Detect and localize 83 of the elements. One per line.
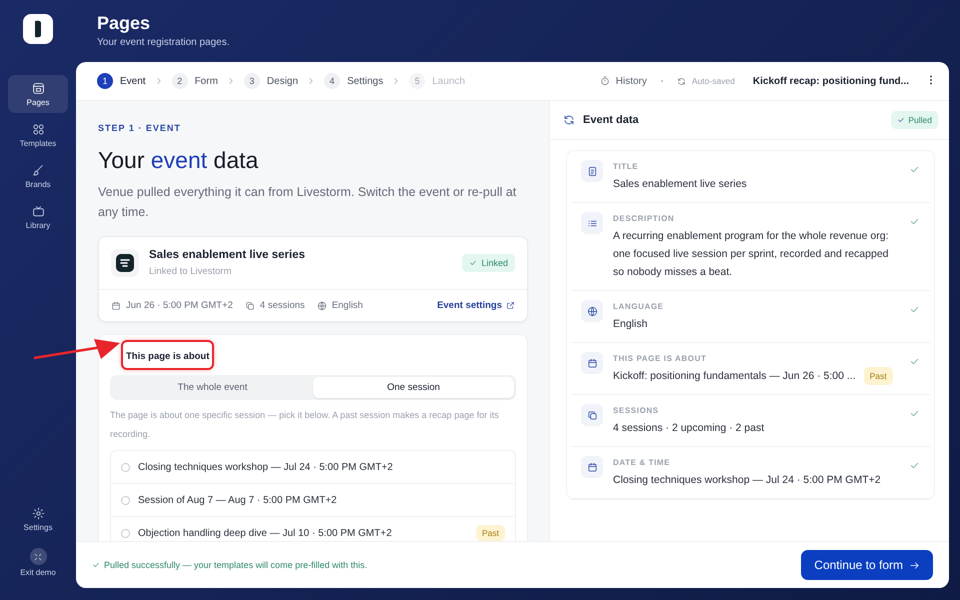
refresh-icon <box>676 76 686 86</box>
list-icon <box>581 212 603 234</box>
event-meta: English <box>332 300 363 311</box>
calendar-icon <box>581 352 603 374</box>
exit-icon <box>30 548 46 565</box>
grid-icon <box>32 123 44 136</box>
step-tab[interactable]: 3 Design <box>244 73 298 89</box>
field-label: This page is about <box>126 351 210 362</box>
event-meta: 4 sessions <box>260 300 305 311</box>
session-option[interactable]: Session of Aug 7 — Aug 7 · 5:00 PM GMT+2 <box>111 484 515 517</box>
radio-button[interactable] <box>121 528 130 538</box>
step-tab[interactable]: 4 Settings <box>324 73 384 89</box>
success-message: Pulled successfully — your templates will come pre-filled with this. <box>104 560 368 570</box>
step-label: STEP 1 · EVENT <box>98 123 182 133</box>
check-icon <box>897 116 906 124</box>
status-badge: Pulled <box>891 111 938 129</box>
check-icon <box>909 164 920 175</box>
field-label: SESSIONS <box>613 406 660 415</box>
check-icon <box>92 561 100 569</box>
event-meta: Jun 26 · 5:00 PM GMT+2 <box>126 300 233 311</box>
history-link[interactable]: History <box>616 76 647 86</box>
globe-icon <box>316 300 327 310</box>
autosave-status: Auto-saved <box>692 76 735 86</box>
globe-icon <box>581 300 603 322</box>
section-heading: Your event data <box>98 147 260 174</box>
external-link-icon <box>506 301 515 310</box>
event-source: Linked to Livestorm <box>149 266 232 277</box>
page-subtitle: Your event registration pages. <box>97 37 230 48</box>
document-icon <box>581 160 603 182</box>
status-badge: Past <box>476 525 505 541</box>
check-icon <box>469 259 478 267</box>
check-icon <box>909 356 920 367</box>
field-value: English <box>613 317 648 332</box>
field-label: DATE & TIME <box>613 458 672 467</box>
field-label: LANGUAGE <box>613 302 665 311</box>
field-value: 4 sessions · 2 upcoming · 2 past <box>613 421 764 436</box>
status-badge: Past <box>864 367 893 385</box>
refresh-icon <box>563 114 575 126</box>
sidebar-item[interactable]: Exit demo <box>8 541 68 583</box>
event-title: Sales enablement live series <box>149 249 306 261</box>
continue-button[interactable]: Continue to form <box>801 550 933 580</box>
field-label: DESCRIPTION <box>613 214 676 223</box>
check-icon <box>909 216 920 227</box>
field-value: A recurring enablement program for the whole revenue org: one focused live session per sprint, recorded and recapped so nobody misses a beat. <box>613 229 890 280</box>
timer-icon <box>600 76 610 86</box>
page-icon <box>32 82 44 95</box>
calendar-icon <box>581 456 603 478</box>
field-label: THIS PAGE IS ABOUT <box>613 354 708 363</box>
arrow-icon <box>909 560 920 570</box>
event-settings-link[interactable]: Event settings <box>437 300 515 311</box>
hint-text: The page is about one specific session — pick it below. A past session makes a recap page for its recording. <box>110 409 500 441</box>
sidebar-item[interactable]: Library <box>8 198 68 236</box>
field-label: TITLE <box>613 162 640 171</box>
status-badge: Linked <box>462 254 515 272</box>
sidebar-item[interactable]: Brands <box>8 157 68 195</box>
radio-button[interactable] <box>121 462 130 472</box>
step-tab[interactable]: 1 Event <box>97 73 146 89</box>
event-logo-icon <box>111 249 139 277</box>
step-tab[interactable]: 2 Form <box>172 73 218 89</box>
copy-icon <box>244 300 255 310</box>
radio-button[interactable] <box>121 496 130 504</box>
check-icon <box>909 460 920 471</box>
copy-icon <box>581 404 603 426</box>
check-icon <box>909 408 920 419</box>
check-icon <box>909 304 920 315</box>
document-title: Kickoff recap: positioning fund... <box>752 76 909 86</box>
segment-option[interactable]: One session <box>313 377 514 398</box>
sidebar-item[interactable]: Pages <box>8 75 68 113</box>
field-value: Sales enablement live series <box>613 177 747 192</box>
settings-icon <box>32 507 44 520</box>
segment-option[interactable]: The whole event <box>112 377 313 398</box>
session-option[interactable]: Closing techniques workshop — Jul 24 · 5:00 PM GMT+2 <box>111 451 515 484</box>
brush-icon <box>32 164 44 177</box>
logo-icon <box>23 14 53 44</box>
field-value: Kickoff: positioning fundamentals — Jun 26 · 5:00 ... <box>613 369 856 384</box>
intro-text: Venue pulled everything it can from Livestorm. Switch the event or re-pull at any time. <box>98 184 518 221</box>
field-value: Closing techniques workshop — Jul 24 · 5:00 PM GMT+2 <box>613 473 881 488</box>
calendar-icon <box>111 300 121 310</box>
page-title: Pages <box>97 13 152 34</box>
sidebar-item[interactable]: Templates <box>8 116 68 154</box>
panel-title: Event data <box>583 114 640 126</box>
sidebar-item[interactable]: Settings <box>8 500 68 538</box>
tv-icon <box>32 205 44 218</box>
